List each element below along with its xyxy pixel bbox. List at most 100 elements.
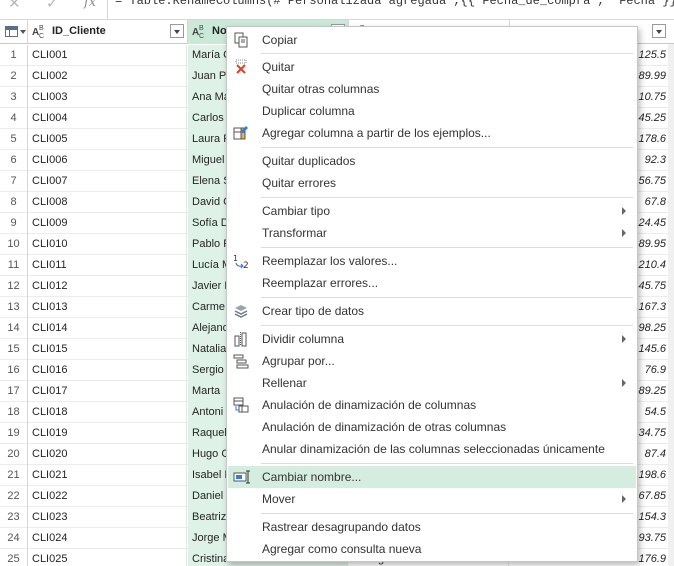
data-type-icon <box>233 303 249 319</box>
row-number[interactable]: 4 <box>0 108 28 129</box>
row-number[interactable]: 16 <box>0 360 28 381</box>
column-from-examples-icon <box>233 125 249 141</box>
row-number[interactable]: 3 <box>0 87 28 108</box>
context-menu: Copiar Quitar Quitar otras columnas Duplica… <box>226 26 638 562</box>
menu-separator <box>261 147 633 148</box>
cell-id-cliente[interactable]: CLI022 <box>28 486 187 507</box>
formula-input[interactable]: = Table.RenameColumns(#"Personalizada ag… <box>115 0 674 8</box>
row-number[interactable]: 13 <box>0 297 28 318</box>
row-number[interactable]: 23 <box>0 507 28 528</box>
cell-id-cliente[interactable]: CLI008 <box>28 192 187 213</box>
menu-item-3[interactable]: Quitar otras columnas <box>228 78 636 100</box>
row-number[interactable]: 1 <box>0 45 28 66</box>
menu-item-5[interactable]: Agregar columna a partir de los ejemplos… <box>228 122 636 144</box>
cell-id-cliente[interactable]: CLI001 <box>28 45 187 66</box>
cell-id-cliente[interactable]: CLI014 <box>28 318 187 339</box>
row-number[interactable]: 9 <box>0 213 28 234</box>
menu-item-label: Anulación de dinamización de columnas <box>262 398 477 412</box>
chevron-right-icon <box>622 229 626 237</box>
menu-item-13[interactable]: Dividir columna <box>228 328 636 350</box>
chevron-down-icon <box>20 30 26 34</box>
row-number[interactable]: 14 <box>0 318 28 339</box>
table-menu-button[interactable] <box>0 20 28 44</box>
menu-item-label: Mover <box>262 492 296 506</box>
cell-id-cliente[interactable]: CLI004 <box>28 108 187 129</box>
column-title: ID_Cliente <box>52 25 106 37</box>
row-number[interactable]: 11 <box>0 255 28 276</box>
row-number[interactable]: 24 <box>0 528 28 549</box>
menu-item-15[interactable]: Rellenar <box>228 372 636 394</box>
cell-id-cliente[interactable]: CLI005 <box>28 129 187 150</box>
menu-item-10[interactable]: 1 2 Reemplazar los valores... <box>228 250 636 272</box>
fx-icon[interactable]: fx <box>84 0 96 10</box>
row-number[interactable]: 6 <box>0 150 28 171</box>
menu-separator <box>261 463 633 464</box>
vertical-scrollbar[interactable] <box>668 44 674 566</box>
cell-id-cliente[interactable]: CLI009 <box>28 213 187 234</box>
cell-id-cliente[interactable]: CLI007 <box>28 171 187 192</box>
menu-item-2[interactable]: Quitar <box>228 56 636 78</box>
row-number[interactable]: 5 <box>0 129 28 150</box>
menu-item-16[interactable]: Anulación de dinamización de columnas <box>228 394 636 416</box>
menu-item-8[interactable]: Cambiar tipo <box>228 200 636 222</box>
chevron-right-icon <box>622 207 626 215</box>
row-number[interactable]: 25 <box>0 549 28 566</box>
cell-id-cliente[interactable]: CLI018 <box>28 402 187 423</box>
menu-item-18[interactable]: Anular dinamización de las columnas sele… <box>228 438 636 460</box>
split-column-icon <box>233 331 249 347</box>
menu-item-label: Crear tipo de datos <box>262 304 365 318</box>
cell-id-cliente[interactable]: CLI020 <box>28 444 187 465</box>
cell-id-cliente[interactable]: CLI013 <box>28 297 187 318</box>
cell-id-cliente[interactable]: CLI006 <box>28 150 187 171</box>
menu-item-20[interactable]: Mover <box>228 488 636 510</box>
menu-item-7[interactable]: Quitar errores <box>228 172 636 194</box>
menu-item-19[interactable]: Cambiar nombre... <box>228 466 636 488</box>
menu-item-9[interactable]: Transformar <box>228 222 636 244</box>
cell-id-cliente[interactable]: CLI023 <box>28 507 187 528</box>
cell-id-cliente[interactable]: CLI015 <box>28 339 187 360</box>
menu-item-label: Transformar <box>262 226 327 240</box>
cell-id-cliente[interactable]: CLI024 <box>28 528 187 549</box>
cell-id-cliente[interactable]: CLI025 <box>28 549 187 566</box>
column-filter-button[interactable] <box>652 24 666 38</box>
menu-item-12[interactable]: Crear tipo de datos <box>228 300 636 322</box>
menu-item-17[interactable]: Anulación de dinamización de otras colum… <box>228 416 636 438</box>
column-filter-button[interactable] <box>170 24 184 38</box>
menu-item-14[interactable]: Agrupar por... <box>228 350 636 372</box>
row-number[interactable]: 12 <box>0 276 28 297</box>
cell-id-cliente[interactable]: CLI002 <box>28 66 187 87</box>
menu-item-label: Quitar otras columnas <box>262 82 380 96</box>
cell-id-cliente[interactable]: CLI011 <box>28 255 187 276</box>
cell-id-cliente[interactable]: CLI017 <box>28 381 187 402</box>
row-number[interactable]: 17 <box>0 381 28 402</box>
cell-id-cliente[interactable]: CLI021 <box>28 465 187 486</box>
cell-id-cliente[interactable]: CLI019 <box>28 423 187 444</box>
row-number[interactable]: 2 <box>0 66 28 87</box>
x-icon[interactable]: ✕ <box>8 0 21 12</box>
menu-item-1[interactable]: Copiar <box>228 29 636 51</box>
menu-item-4[interactable]: Duplicar columna <box>228 100 636 122</box>
row-number[interactable]: 20 <box>0 444 28 465</box>
column-header-id-cliente[interactable]: ABC ID_Cliente <box>28 20 188 44</box>
row-number[interactable]: 7 <box>0 171 28 192</box>
cell-id-cliente[interactable]: CLI012 <box>28 276 187 297</box>
cell-id-cliente[interactable]: CLI016 <box>28 360 187 381</box>
row-number[interactable]: 8 <box>0 192 28 213</box>
checkmark-icon[interactable]: ✓ <box>46 0 59 12</box>
menu-item-label: Reemplazar los valores... <box>262 254 398 268</box>
cell-id-cliente[interactable]: CLI003 <box>28 87 187 108</box>
row-number[interactable]: 10 <box>0 234 28 255</box>
row-number[interactable]: 21 <box>0 465 28 486</box>
menu-item-6[interactable]: Quitar duplicados <box>228 150 636 172</box>
menu-item-21[interactable]: Rastrear desagrupando datos <box>228 516 636 538</box>
menu-item-11[interactable]: Reemplazar errores... <box>228 272 636 294</box>
row-number[interactable]: 19 <box>0 423 28 444</box>
menu-item-22[interactable]: Agregar como consulta nueva <box>228 538 636 560</box>
row-number[interactable]: 15 <box>0 339 28 360</box>
row-number[interactable]: 22 <box>0 486 28 507</box>
unpivot-icon <box>233 397 249 413</box>
menu-item-label: Dividir columna <box>262 332 345 346</box>
menu-item-label: Anulación de dinamización de otras colum… <box>262 420 507 434</box>
cell-id-cliente[interactable]: CLI010 <box>28 234 187 255</box>
row-number[interactable]: 18 <box>0 402 28 423</box>
